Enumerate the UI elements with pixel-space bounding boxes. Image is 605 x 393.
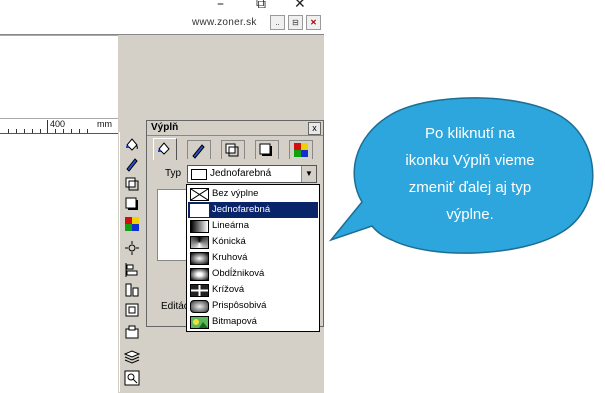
ruler-tick — [87, 129, 88, 133]
panel-tabs — [149, 138, 321, 160]
ruler-tick — [79, 129, 80, 133]
align-icon[interactable] — [124, 262, 140, 278]
no-fill-icon — [190, 188, 209, 201]
callout-line: zmeniť ďalej aj typ — [408, 179, 532, 196]
tab-outline[interactable] — [187, 140, 211, 159]
object-toolbar — [119, 132, 144, 392]
ruler-tick — [40, 129, 41, 133]
ruler-tick — [71, 129, 72, 133]
solid-fill-icon — [191, 169, 207, 180]
drawing-canvas[interactable] — [0, 35, 118, 393]
dropdown-item-cross[interactable]: Krížová — [188, 282, 318, 298]
shadow-icon — [225, 143, 239, 157]
dropdown-item-label: Lineárna — [212, 220, 249, 231]
ruler-tick — [55, 129, 56, 133]
tab-shadow[interactable] — [221, 140, 245, 159]
ruler-tick — [63, 129, 64, 133]
zoom-object-icon[interactable] — [124, 370, 140, 386]
dropdown-item-linear[interactable]: Lineárna — [188, 218, 318, 234]
restore-button[interactable]: ⧉ — [256, 0, 266, 12]
dropdown-item-solid[interactable]: Jednofarebná — [188, 202, 318, 218]
tab-3d[interactable] — [255, 140, 279, 159]
transform-icon[interactable] — [124, 302, 140, 318]
panel-title: Výplň — [151, 122, 179, 133]
group-icon[interactable] — [124, 324, 140, 340]
fill-type-value: Jednofarebná — [210, 168, 272, 179]
dropdown-item-label: Kónická — [212, 236, 246, 247]
radial-gradient-icon — [190, 252, 209, 265]
chevron-down-icon[interactable]: ▼ — [301, 166, 316, 182]
palette-icon[interactable] — [124, 216, 140, 232]
callout-line: výplne. — [446, 206, 494, 223]
dropdown-item-label: Kruhová — [212, 252, 248, 263]
shadow-icon[interactable] — [124, 176, 140, 192]
callout-line: ikonku Výplň vieme — [405, 152, 535, 169]
callout-line: Po kliknutí na — [424, 125, 516, 142]
square-icon — [259, 143, 272, 156]
url-text: www.zoner.sk — [192, 17, 257, 28]
cross-gradient-icon — [190, 284, 209, 297]
distribute-icon[interactable] — [124, 282, 140, 298]
ruler-tick — [8, 129, 9, 133]
layers-icon[interactable] — [123, 348, 141, 364]
dropdown-item-label: Jednofarebná — [212, 204, 271, 215]
square-icon[interactable] — [124, 196, 140, 212]
dropdown-item-label: Bitmapová — [212, 316, 257, 327]
tab-fill[interactable] — [153, 138, 177, 160]
horizontal-ruler[interactable]: 400 mm — [0, 118, 118, 134]
adaptive-gradient-icon — [190, 300, 209, 313]
palette-icon — [294, 143, 308, 157]
close-window-button[interactable]: ✕ — [294, 0, 306, 12]
pen-icon[interactable] — [124, 156, 140, 172]
type-label: Typ — [165, 168, 182, 179]
ruler-tick — [16, 129, 17, 133]
dropdown-item-conical[interactable]: Kónická — [188, 234, 318, 250]
dropdown-item-radial[interactable]: Kruhová — [188, 250, 318, 266]
dropdown-item-label: Prispôsobivá — [212, 300, 267, 311]
linear-gradient-icon — [190, 220, 209, 233]
ruler-label-400: 400 — [50, 119, 66, 129]
tab-color[interactable] — [289, 140, 313, 159]
dropdown-item-label: Bez výplne — [212, 188, 259, 199]
dropdown-item-rectangular[interactable]: Obdĺžniková — [188, 266, 318, 282]
bitmap-fill-icon — [190, 316, 209, 329]
menu-more-button[interactable]: .. — [270, 15, 285, 30]
ruler-tick — [32, 129, 33, 133]
fill-type-dropdown: Bez výplne Jednofarebná Lineárna Kónická… — [186, 184, 320, 332]
ruler-tick — [24, 129, 25, 133]
panel-close-button[interactable]: x — [308, 122, 321, 135]
fill-bucket-icon — [158, 142, 170, 155]
dropdown-item-bitmap[interactable]: Bitmapová — [188, 314, 318, 330]
menu-close-button[interactable]: ✕ — [306, 15, 321, 30]
fill-preview — [157, 189, 189, 261]
minimize-button[interactable]: – — [217, 0, 224, 12]
dropdown-item-label: Krížová — [212, 284, 245, 295]
dropdown-item-label: Obdĺžniková — [212, 268, 265, 279]
dropdown-item-adaptive[interactable]: Prispôsobivá — [188, 298, 318, 314]
panel-titlebar[interactable]: Výplň x — [147, 121, 323, 136]
fill-bucket-icon[interactable] — [124, 136, 140, 152]
dropdown-item-no-fill[interactable]: Bez výplne — [188, 186, 318, 202]
menu-restore-button[interactable]: ⊟ — [288, 15, 303, 30]
ruler-tick — [47, 120, 48, 133]
move-icon[interactable] — [124, 240, 140, 256]
callout-text: Po kliknutí na ikonku Výplň vieme zmeniť… — [370, 120, 570, 228]
edit-label[interactable]: Editác — [161, 301, 189, 312]
ruler-unit-label: mm — [97, 119, 112, 129]
rectangular-gradient-icon — [190, 268, 209, 281]
pen-icon — [192, 144, 205, 159]
fill-type-select[interactable]: Jednofarebná ▼ — [187, 165, 317, 183]
solid-fill-icon — [190, 204, 209, 217]
conical-gradient-icon — [190, 236, 209, 249]
